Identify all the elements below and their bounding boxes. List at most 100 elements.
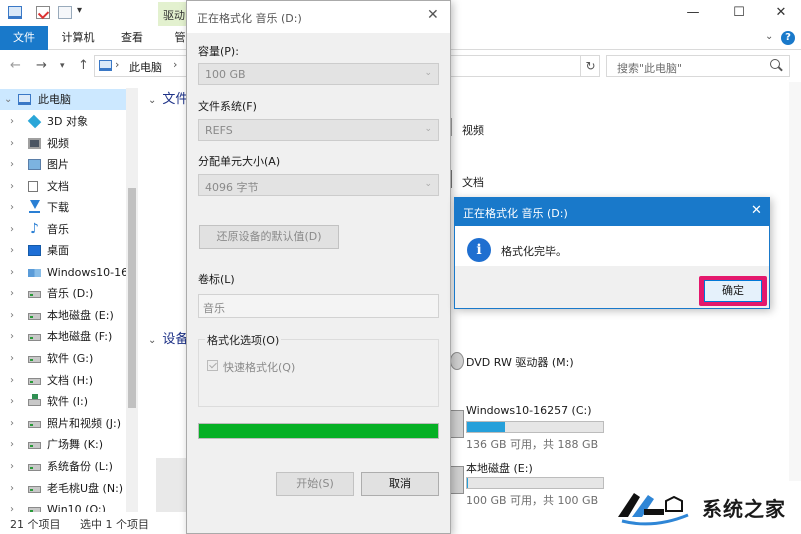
sidebar-item-pictures[interactable]: › 图片 — [0, 154, 126, 175]
sidebar-item-drive-o[interactable]: › Win10 (O:) — [0, 499, 126, 512]
sidebar-item-music[interactable]: › ♪ 音乐 — [0, 219, 126, 240]
tab-view[interactable]: 查看 — [114, 26, 150, 50]
sidebar-item-drive-l[interactable]: › 系统备份 (L:) — [0, 456, 126, 477]
dialog-title-bar: 正在格式化 音乐 (D:) ✕ — [187, 1, 450, 33]
chevron-right-icon[interactable]: › — [10, 370, 14, 391]
chevron-right-icon[interactable]: › — [10, 240, 14, 261]
tab-computer[interactable]: 计算机 — [56, 26, 100, 50]
chevron-down-icon[interactable]: ⌄ — [148, 335, 156, 346]
sidebar-item-this-pc[interactable]: ⌄ 此电脑 — [0, 89, 126, 110]
new-folder-icon[interactable] — [58, 6, 72, 19]
volume-label-input[interactable]: 音乐 — [198, 294, 439, 318]
sidebar-item-drive-e[interactable]: › 本地磁盘 (E:) — [0, 305, 126, 326]
search-placeholder: 搜索"此电脑" — [617, 62, 683, 75]
chevron-right-icon[interactable]: › — [10, 154, 14, 175]
messagebox-body: i 格式化完毕。 — [455, 226, 769, 266]
sidebar-item-drive-f[interactable]: › 本地磁盘 (F:) — [0, 326, 126, 347]
chevron-right-icon[interactable]: › — [10, 133, 14, 154]
format-progress-fill — [199, 424, 438, 438]
sidebar-item-drive-n[interactable]: › 老毛桃U盘 (N:) — [0, 478, 126, 499]
quick-access-dropdown-icon[interactable]: ▾ — [77, 5, 82, 16]
breadcrumb-this-pc[interactable]: 此电脑 — [129, 59, 162, 75]
maximize-icon[interactable]: ☐ — [716, 0, 762, 26]
start-button[interactable]: 开始(S) — [276, 472, 354, 496]
search-input[interactable]: 搜索"此电脑" — [606, 55, 790, 77]
sidebar-item-3d-objects[interactable]: › 3D 对象 — [0, 111, 126, 132]
sidebar-item-drive-g[interactable]: › 软件 (G:) — [0, 348, 126, 369]
sidebar-item-videos[interactable]: › 视频 — [0, 133, 126, 154]
ok-button[interactable]: 确定 — [704, 280, 762, 302]
sidebar-scrollbar-thumb[interactable] — [128, 188, 136, 408]
back-arrow-icon[interactable]: ← — [10, 58, 21, 73]
help-icon[interactable]: ? — [781, 31, 795, 45]
close-icon[interactable]: ✕ — [427, 7, 439, 23]
sidebar-item-downloads[interactable]: › 下载 — [0, 197, 126, 218]
chevron-right-icon[interactable]: › — [10, 478, 14, 499]
cancel-button[interactable]: 取消 — [361, 472, 439, 496]
quick-format-checkbox[interactable] — [207, 360, 218, 371]
info-icon: i — [467, 238, 491, 262]
sidebar-item-drive-k[interactable]: › 广场舞 (K:) — [0, 434, 126, 455]
chevron-right-icon[interactable]: › — [10, 326, 14, 347]
chevron-right-icon[interactable]: › — [10, 219, 14, 240]
chevron-down-icon[interactable]: ⌄ — [148, 95, 156, 106]
chevron-right-icon[interactable]: › — [10, 283, 14, 304]
chevron-right-icon[interactable]: › — [10, 111, 14, 132]
sidebar-item-documents[interactable]: › 文档 — [0, 176, 126, 197]
chevron-right-icon[interactable]: › — [10, 176, 14, 197]
sidebar-item-desktop[interactable]: › 桌面 — [0, 240, 126, 261]
sidebar-item-drive-h[interactable]: › 文档 (H:) — [0, 370, 126, 391]
chevron-right-icon[interactable]: › — [10, 456, 14, 477]
chevron-right-icon[interactable]: › — [10, 391, 14, 412]
chevron-right-icon[interactable]: › — [10, 413, 14, 434]
content-scrollbar[interactable] — [789, 82, 801, 512]
sidebar-item-drive-d[interactable]: › 音乐 (D:) — [0, 283, 126, 304]
dvd-drive-icon — [450, 352, 464, 370]
chevron-down-icon: ⌄ — [424, 124, 432, 134]
format-options-label: 格式化选项(O) — [205, 332, 282, 348]
filesystem-select[interactable]: REFS ⌄ — [198, 119, 439, 141]
chevron-down-icon[interactable]: ⌄ — [765, 31, 773, 42]
properties-icon[interactable] — [36, 6, 50, 19]
search-icon[interactable] — [770, 59, 780, 69]
drive-tools-context-tab[interactable]: 驱动 — [158, 2, 188, 26]
allocation-size-select[interactable]: 4096 字节 ⌄ — [198, 174, 439, 196]
drive-name: 本地磁盘 (E:) — [466, 462, 533, 475]
close-icon[interactable]: ✕ — [758, 0, 801, 26]
format-complete-messagebox: 正在格式化 音乐 (D:) ✕ i 格式化完毕。 确定 — [454, 197, 770, 309]
capacity-select[interactable]: 100 GB ⌄ — [198, 63, 439, 85]
sidebar-item-drive-c[interactable]: › Windows10-16 — [0, 262, 126, 283]
recent-locations-chevron-icon[interactable]: ▾ — [60, 61, 65, 71]
up-arrow-icon[interactable]: ↑ — [78, 58, 89, 73]
breadcrumb-separator-icon[interactable]: › — [173, 58, 177, 71]
navigation-pane: ⌄ 此电脑 › 3D 对象 › 视频 › 图片 › 文档 › 下载 › ♪ 音乐… — [0, 88, 138, 512]
chevron-right-icon[interactable]: › — [10, 305, 14, 326]
chevron-right-icon[interactable]: › — [10, 262, 14, 283]
drive-usage-bar — [466, 477, 604, 489]
sidebar-scrollbar[interactable] — [126, 88, 138, 512]
sidebar-item-label: 下载 — [47, 201, 69, 214]
forward-arrow-icon[interactable]: → — [36, 58, 47, 73]
sidebar-item-drive-j[interactable]: › 照片和视频 (J:) — [0, 413, 126, 434]
chevron-right-icon[interactable]: › — [10, 434, 14, 455]
chevron-right-icon[interactable]: › — [10, 348, 14, 369]
refresh-icon[interactable]: ↻ — [580, 55, 600, 77]
drive-name: Windows10-16257 (C:) — [466, 404, 592, 417]
messagebox-message: 格式化完毕。 — [501, 245, 567, 258]
tab-file[interactable]: 文件 — [0, 26, 48, 50]
computer-icon[interactable] — [8, 6, 22, 19]
desktop-folder-icon — [28, 245, 41, 256]
chevron-right-icon[interactable]: › — [10, 197, 14, 218]
sidebar-item-label: Win10 (O:) — [47, 503, 106, 512]
group-header-devices[interactable]: ⌄ 设备 — [148, 328, 188, 347]
restore-defaults-button[interactable]: 还原设备的默认值(D) — [199, 225, 339, 249]
breadcrumb-separator-icon[interactable]: › — [115, 58, 119, 71]
sidebar-item-drive-i[interactable]: › 软件 (I:) — [0, 391, 126, 412]
sidebar-item-label: 音乐 — [47, 223, 69, 236]
chevron-down-icon[interactable]: ⌄ — [4, 89, 12, 110]
chevron-right-icon[interactable]: › — [10, 499, 14, 512]
minimize-icon[interactable]: — — [670, 0, 716, 26]
group-header-folders[interactable]: ⌄ 文件 — [148, 88, 188, 107]
network-drive-icon — [28, 394, 41, 406]
close-icon[interactable]: ✕ — [751, 203, 762, 218]
